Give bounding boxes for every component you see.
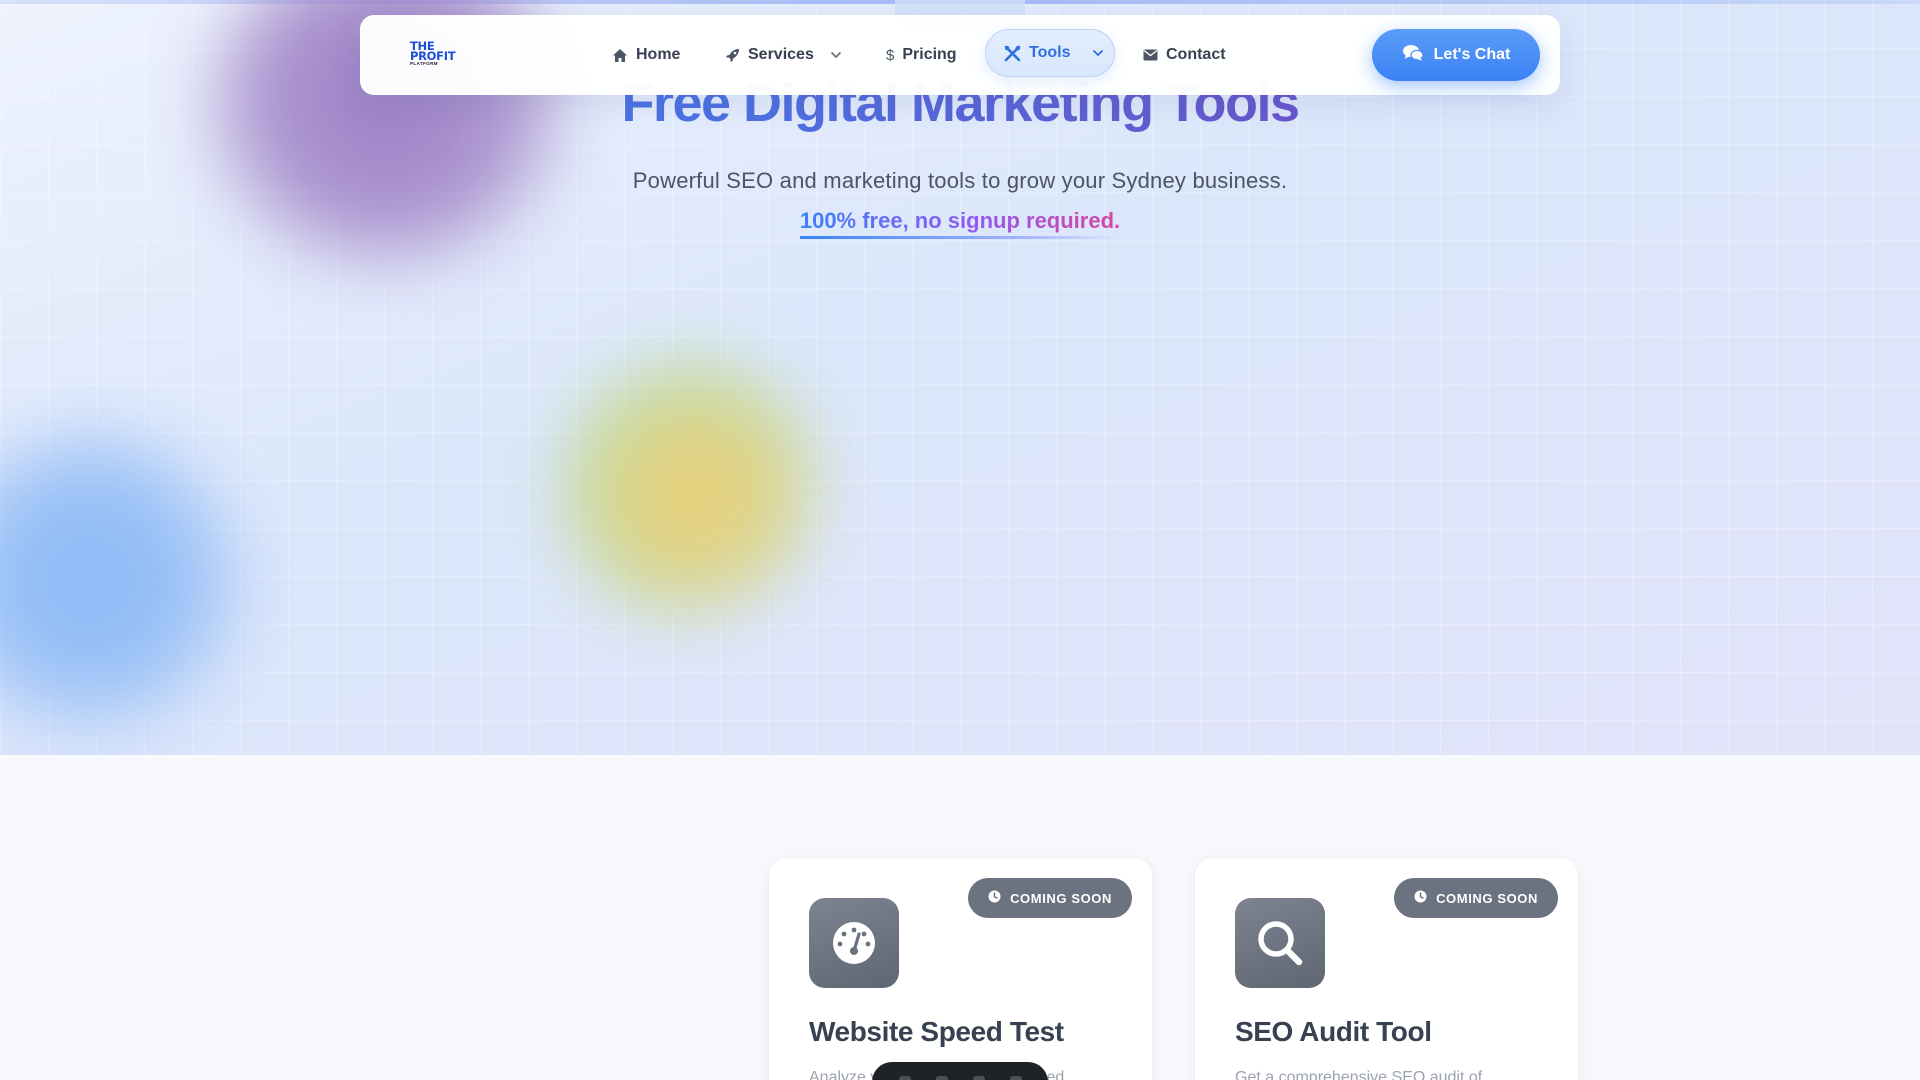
toolbar-icon[interactable]	[898, 1076, 911, 1080]
toolbar-icon[interactable]	[972, 1076, 985, 1080]
tool-title: SEO Audit Tool	[1235, 1016, 1432, 1047]
lets-chat-label: Let's Chat	[1433, 46, 1511, 63]
lets-chat-button[interactable]: Let's Chat	[1372, 29, 1540, 81]
tools-icon	[1004, 45, 1021, 62]
badge-label: COMING SOON	[1436, 890, 1538, 906]
tool-title: Website Speed Test	[809, 1016, 1064, 1047]
speedometer-icon	[809, 898, 899, 988]
nav-home-label: Home	[636, 46, 681, 63]
floating-toolbar[interactable]	[872, 1062, 1048, 1080]
coming-soon-badge: COMING SOON	[1394, 878, 1558, 918]
dollar-icon: $	[886, 46, 895, 64]
coming-soon-badge: COMING SOON	[968, 878, 1132, 918]
nav-contact-label: Contact	[1166, 46, 1226, 63]
toolbar-icon[interactable]	[935, 1076, 948, 1080]
chevron-down-icon	[830, 51, 842, 59]
clock-icon	[988, 890, 1001, 906]
nav-tools-label: Tools	[1029, 44, 1071, 61]
badge-label: COMING SOON	[1010, 890, 1112, 906]
nav-pricing[interactable]: $ Pricing	[886, 40, 957, 70]
chevron-down-icon	[1092, 49, 1104, 57]
tool-card-speed-test[interactable]: COMING SOON Website Speed Test Analyze y…	[768, 857, 1153, 1080]
decorative-yellow-blob	[560, 360, 810, 610]
logo[interactable]: THE PROFIT PLATFORM	[410, 40, 470, 71]
tool-description: Get a comprehensive SEO audit of	[1235, 1069, 1483, 1080]
nav-home[interactable]: Home	[612, 40, 680, 70]
hero-highlight-wrapper: 100% free, no signup required.	[0, 208, 1920, 239]
nav-contact[interactable]: Contact	[1143, 40, 1226, 70]
home-icon	[612, 48, 628, 63]
chat-bubbles-icon	[1402, 44, 1424, 67]
logo-line-2: PROFIT	[410, 49, 456, 63]
envelope-icon	[1143, 49, 1158, 61]
hero-highlight: 100% free, no signup required.	[799, 208, 1121, 239]
tool-card-seo-audit[interactable]: COMING SOON SEO Audit Tool Get a compreh…	[1194, 857, 1579, 1080]
nav-services[interactable]: Services	[725, 40, 842, 70]
navbar: THE PROFIT PLATFORM Home Services $ Pric…	[360, 15, 1560, 95]
toolbar-icon[interactable]	[1009, 1076, 1022, 1080]
nav-pricing-label: Pricing	[902, 46, 957, 63]
hero-section: Free Digital Marketing Tools Powerful SE…	[0, 0, 1920, 755]
nav-tools[interactable]: Tools	[985, 29, 1115, 77]
clock-icon	[1414, 890, 1427, 906]
hero-subtitle: Powerful SEO and marketing tools to grow…	[632, 168, 1288, 193]
magnifier-icon	[1235, 898, 1325, 988]
rocket-icon	[725, 48, 740, 63]
nav-services-label: Services	[748, 46, 814, 63]
